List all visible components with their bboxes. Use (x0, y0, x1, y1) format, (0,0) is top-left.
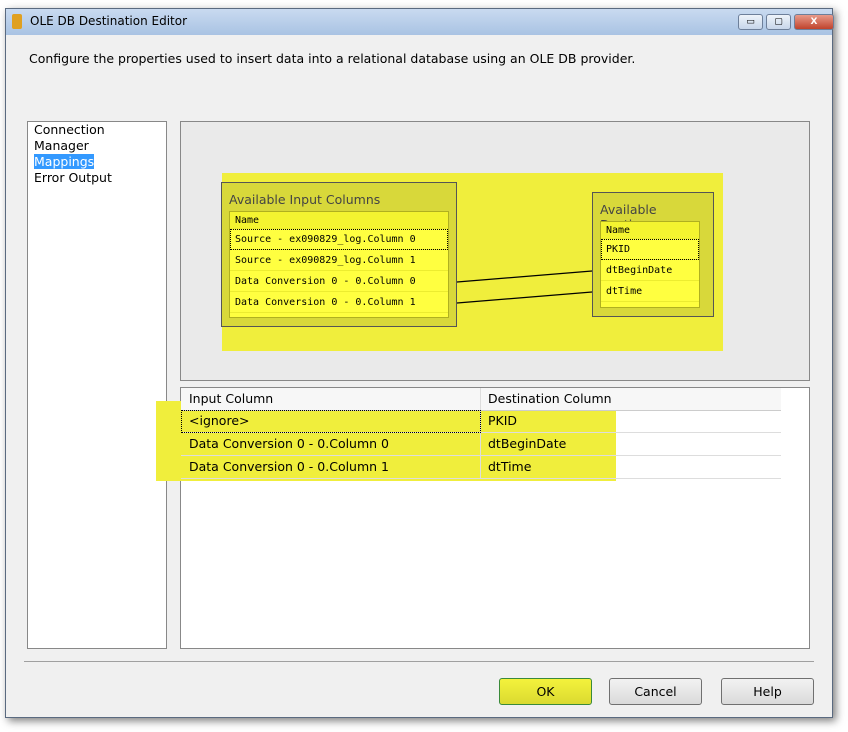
cancel-button[interactable]: Cancel (609, 678, 702, 705)
ok-button[interactable]: OK (499, 678, 592, 705)
divider (24, 661, 814, 662)
nav-item-connection-manager[interactable]: Connection Manager (28, 122, 166, 154)
destination-column-cell[interactable]: dtBeginDate (481, 433, 781, 456)
description: Configure the properties used to insert … (29, 51, 636, 66)
app-icon (12, 14, 22, 29)
nav-label: Connection Manager (34, 122, 105, 153)
help-button[interactable]: Help (721, 678, 814, 705)
destination-column-cell[interactable]: dtTime (481, 456, 781, 479)
mapping-line (456, 291, 593, 304)
nav-list: Connection Manager Mappings Error Output (27, 121, 167, 649)
window-title: OLE DB Destination Editor (30, 14, 188, 28)
header-input-column[interactable]: Input Column (181, 388, 481, 411)
minimize-button[interactable]: ▭ (738, 14, 763, 30)
header-destination-column[interactable]: Destination Column (481, 388, 781, 411)
nav-label: Error Output (34, 170, 112, 185)
nav-item-error-output[interactable]: Error Output (28, 170, 166, 186)
close-button[interactable]: X (794, 14, 834, 30)
nav-item-mappings[interactable]: Mappings (28, 154, 166, 170)
destination-column-cell[interactable]: PKID (481, 410, 781, 433)
nav-label: Mappings (34, 154, 95, 169)
dialog-window: OLE DB Destination Editor ▭ ▢ X Configur… (5, 8, 834, 718)
title-bar: OLE DB Destination Editor ▭ ▢ X (6, 9, 834, 35)
input-column-cell[interactable]: <ignore> (181, 410, 481, 433)
maximize-button[interactable]: ▢ (766, 14, 791, 30)
mapping-diagram[interactable]: Available Input Columns Name Source - ex… (180, 121, 810, 381)
input-column-cell[interactable]: Data Conversion 0 - 0.Column 0 (181, 433, 481, 456)
input-column-cell[interactable]: Data Conversion 0 - 0.Column 1 (181, 456, 481, 479)
mapping-line (456, 270, 593, 283)
mapping-lines (456, 270, 593, 304)
